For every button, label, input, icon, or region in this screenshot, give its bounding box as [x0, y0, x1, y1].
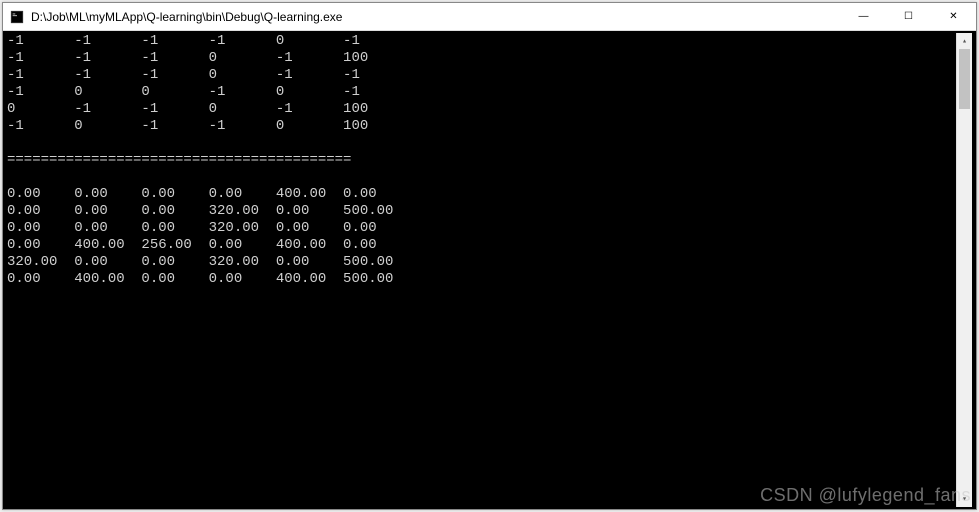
window-title: D:\Job\ML\myMLApp\Q-learning\bin\Debug\Q…: [31, 10, 841, 24]
scroll-down-icon[interactable]: ▾: [957, 491, 972, 507]
app-window: D:\Job\ML\myMLApp\Q-learning\bin\Debug\Q…: [2, 2, 977, 510]
console: -1 -1 -1 -1 0 -1 -1 -1 -1 0 -1 100 -1 -1…: [3, 31, 976, 509]
window-controls: — ☐ ✕: [841, 3, 976, 30]
minimize-button[interactable]: —: [841, 3, 886, 30]
scrollbar-track[interactable]: [957, 49, 972, 491]
titlebar[interactable]: D:\Job\ML\myMLApp\Q-learning\bin\Debug\Q…: [3, 3, 976, 31]
vertical-scrollbar[interactable]: ▴ ▾: [956, 33, 972, 507]
maximize-button[interactable]: ☐: [886, 3, 931, 30]
scroll-up-icon[interactable]: ▴: [957, 33, 972, 49]
console-app-icon: [9, 9, 25, 25]
console-output[interactable]: -1 -1 -1 -1 0 -1 -1 -1 -1 0 -1 100 -1 -1…: [7, 33, 956, 507]
scrollbar-thumb[interactable]: [959, 49, 970, 109]
close-button[interactable]: ✕: [931, 3, 976, 30]
